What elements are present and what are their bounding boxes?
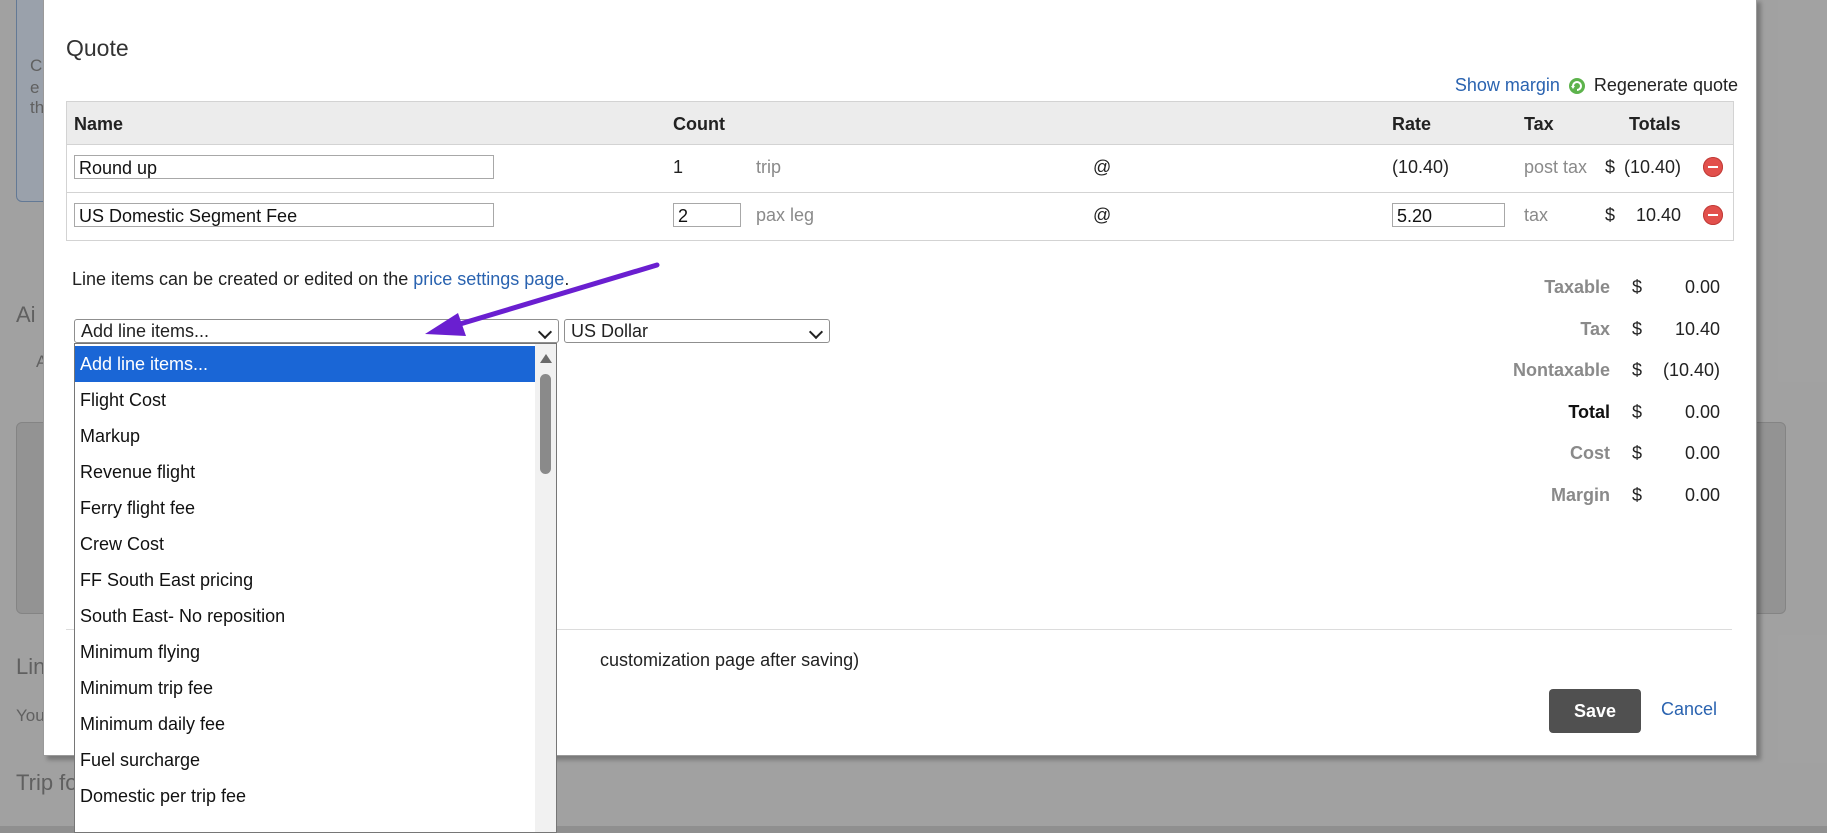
dropdown-option[interactable]: Markup bbox=[75, 418, 535, 454]
dropdown-option[interactable]: Flight Cost bbox=[75, 382, 535, 418]
dropdown-option[interactable]: Domestic per trip fee bbox=[75, 778, 535, 814]
dropdown-option[interactable]: Minimum trip fee bbox=[75, 670, 535, 706]
dropdown-option[interactable]: FF South East pricing bbox=[75, 562, 535, 598]
dropdown-option[interactable]: Add line items... bbox=[75, 346, 535, 382]
dropdown-option[interactable]: Crew Cost bbox=[75, 526, 535, 562]
dropdown-scrollbar[interactable] bbox=[535, 344, 556, 832]
dropdown-option[interactable]: Ferry flight fee bbox=[75, 490, 535, 526]
dropdown-option[interactable]: Revenue flight bbox=[75, 454, 535, 490]
scrollbar-thumb[interactable] bbox=[540, 374, 551, 474]
dropdown-option[interactable]: Minimum flying bbox=[75, 634, 535, 670]
dropdown-option[interactable]: Minimum daily fee bbox=[75, 706, 535, 742]
scroll-up-arrow-icon[interactable] bbox=[540, 354, 552, 363]
dropdown-option[interactable]: South East- No reposition bbox=[75, 598, 535, 634]
dropdown-option[interactable]: Fuel surcharge bbox=[75, 742, 535, 778]
dropdown-options: Add line items... Flight Cost Markup Rev… bbox=[75, 346, 535, 814]
line-items-dropdown-list[interactable]: Add line items... Flight Cost Markup Rev… bbox=[74, 343, 557, 833]
